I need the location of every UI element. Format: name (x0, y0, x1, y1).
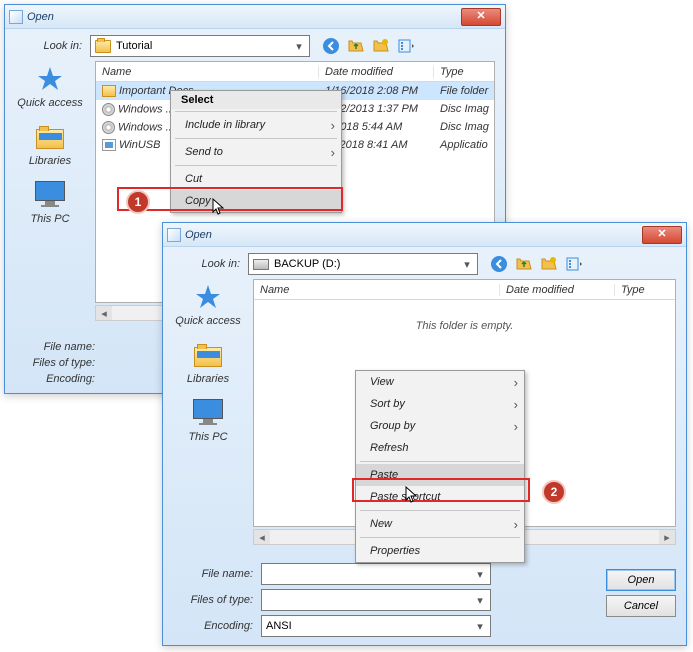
scroll-left[interactable]: ◂ (254, 530, 270, 544)
view-button[interactable] (395, 35, 417, 57)
nav-buttons (488, 253, 585, 275)
app-icon (102, 139, 116, 151)
window-icon (9, 10, 23, 24)
close-button[interactable]: ✕ (461, 8, 501, 26)
place-quick-access[interactable]: Quick access (175, 283, 240, 327)
col-date[interactable]: Date modified (500, 284, 615, 296)
filetypes-combo[interactable]: ▾ (261, 589, 491, 611)
col-date[interactable]: Date modified (319, 66, 434, 78)
column-headers[interactable]: Name Date modified Type (254, 280, 675, 300)
col-name[interactable]: Name (254, 284, 500, 296)
drive-icon (253, 259, 269, 270)
ctx-new[interactable]: New (356, 513, 524, 535)
ctx-header: Select (171, 91, 341, 109)
window-icon (167, 228, 181, 242)
place-this-pc[interactable]: This PC (188, 399, 227, 443)
ctx-group-by[interactable]: Group by (356, 415, 524, 437)
col-type[interactable]: Type (434, 66, 494, 78)
chevron-down-icon: ▾ (472, 590, 488, 610)
step-badge-1: 1 (126, 190, 150, 214)
empty-folder-text: This folder is empty. (254, 300, 675, 332)
ctx-paste-shortcut[interactable]: Paste shortcut (356, 486, 524, 508)
new-folder-button[interactable] (538, 253, 560, 275)
place-quick-access[interactable]: Quick access (17, 65, 82, 109)
ctx-sort-by[interactable]: Sort by (356, 393, 524, 415)
chevron-down-icon: ▾ (472, 616, 488, 636)
filetypes-label: Files of type: (15, 357, 103, 369)
folder-icon (102, 85, 116, 97)
step-badge-2: 2 (542, 480, 566, 504)
look-in-value: BACKUP (D:) (274, 258, 340, 270)
place-this-pc[interactable]: This PC (30, 181, 69, 225)
look-in-combo[interactable]: BACKUP (D:) ▾ (248, 253, 478, 275)
places-bar: Quick access Libraries This PC (15, 65, 85, 225)
filetypes-label: Files of type: (173, 594, 261, 606)
new-folder-button[interactable] (370, 35, 392, 57)
look-in-label: Look in: (15, 40, 90, 52)
back-button[interactable] (488, 253, 510, 275)
nav-buttons (320, 35, 417, 57)
disc-icon (102, 103, 115, 116)
ctx-paste[interactable]: Paste (356, 464, 524, 486)
titlebar[interactable]: Open ✕ (5, 5, 505, 29)
chevron-down-icon: ▾ (472, 564, 488, 584)
window-title: Open (185, 229, 642, 241)
context-menu-1: Select Include in library Send to Cut Co… (170, 90, 342, 213)
encoding-label: Encoding: (15, 373, 103, 385)
look-in-label: Look in: (173, 258, 248, 270)
ctx-cut[interactable]: Cut (171, 168, 341, 190)
view-button[interactable] (563, 253, 585, 275)
chevron-down-icon: ▾ (459, 254, 475, 274)
scroll-left[interactable]: ◂ (96, 306, 112, 320)
folder-icon (95, 40, 111, 53)
filename-label: File name: (15, 341, 103, 353)
ctx-properties[interactable]: Properties (356, 540, 524, 562)
open-button[interactable]: Open (606, 569, 676, 591)
filename-combo[interactable]: ▾ (261, 563, 491, 585)
ctx-view[interactable]: View (356, 371, 524, 393)
disc-icon (102, 121, 115, 134)
look-in-combo[interactable]: Tutorial ▾ (90, 35, 310, 57)
ctx-send-to[interactable]: Send to (171, 141, 341, 163)
place-libraries[interactable]: Libraries (187, 341, 229, 385)
col-type[interactable]: Type (615, 284, 675, 296)
place-libraries[interactable]: Libraries (29, 123, 71, 167)
encoding-label: Encoding: (173, 620, 261, 632)
back-button[interactable] (320, 35, 342, 57)
filename-label: File name: (173, 568, 261, 580)
cancel-button[interactable]: Cancel (606, 595, 676, 617)
ctx-copy[interactable]: Copy (171, 190, 341, 212)
column-headers[interactable]: Name Date modified Type (96, 62, 494, 82)
context-menu-2: View Sort by Group by Refresh Paste Past… (355, 370, 525, 563)
ctx-include-library[interactable]: Include in library (171, 114, 341, 136)
ctx-refresh[interactable]: Refresh (356, 437, 524, 459)
window-title: Open (27, 11, 461, 23)
chevron-down-icon: ▾ (291, 36, 307, 56)
encoding-combo[interactable]: ANSI▾ (261, 615, 491, 637)
look-in-value: Tutorial (116, 40, 152, 52)
col-name[interactable]: Name (96, 66, 319, 78)
bottom-panel: File name: ▾ Files of type: ▾ Encoding: … (173, 559, 676, 637)
places-bar: Quick access Libraries This PC (173, 283, 243, 443)
close-button[interactable]: ✕ (642, 226, 682, 244)
titlebar[interactable]: Open ✕ (163, 223, 686, 247)
up-button[interactable] (345, 35, 367, 57)
up-button[interactable] (513, 253, 535, 275)
scroll-right[interactable]: ▸ (659, 530, 675, 544)
